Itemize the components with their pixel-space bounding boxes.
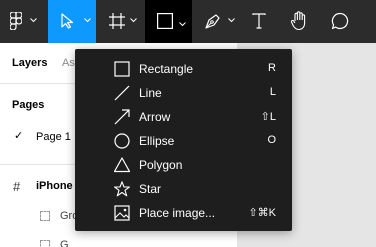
- group-icon: [40, 211, 50, 221]
- frame-name: iPhone: [36, 180, 73, 192]
- pages-heading: Pages: [12, 99, 45, 111]
- menu-item-place-image[interactable]: Place image... ⇧⌘K: [75, 201, 292, 225]
- frame-icon: #: [13, 179, 21, 194]
- hand-tool-button[interactable]: [283, 0, 315, 43]
- pen-icon: [205, 14, 220, 29]
- menu-item-shortcut: ⇧L: [260, 111, 276, 123]
- text-icon: [252, 13, 266, 29]
- chevron-down-icon: [84, 18, 91, 23]
- menu-item-line[interactable]: Line L: [75, 81, 292, 105]
- menu-item-label: Star: [139, 182, 162, 196]
- menu-item-star[interactable]: Star: [75, 177, 292, 201]
- menu-item-polygon[interactable]: Polygon: [75, 153, 292, 177]
- layer-row[interactable]: G: [0, 235, 238, 247]
- polygon-icon: [114, 157, 130, 173]
- tab-layers[interactable]: Layers: [12, 57, 47, 69]
- group-icon: [40, 240, 50, 247]
- shape-tool-menu: Rectangle R Line L Arrow ⇧L Ellipse O Po…: [75, 49, 292, 231]
- menu-item-label: Place image...: [139, 206, 216, 220]
- frame-hash-icon: [109, 13, 125, 29]
- menu-item-label: Ellipse: [139, 134, 175, 148]
- tab-assets[interactable]: As: [62, 57, 75, 69]
- toolbar: [0, 0, 376, 43]
- arrow-icon: [114, 109, 130, 125]
- text-tool-button[interactable]: [244, 0, 274, 43]
- menu-item-shortcut: ⇧⌘K: [248, 207, 276, 219]
- ellipse-icon: [114, 133, 130, 149]
- chevron-down-icon: [228, 18, 235, 23]
- chevron-down-icon: [179, 22, 186, 27]
- page-name: Page 1: [36, 131, 71, 143]
- rectangle-icon: [114, 61, 130, 77]
- checkmark-icon: ✓: [14, 130, 24, 142]
- frame-tool-button[interactable]: [98, 0, 143, 43]
- menu-item-shortcut: O: [267, 134, 276, 146]
- shape-tool-button[interactable]: [145, 0, 192, 43]
- menu-item-rectangle[interactable]: Rectangle R: [75, 57, 292, 81]
- menu-item-ellipse[interactable]: Ellipse O: [75, 129, 292, 153]
- menu-item-shortcut: L: [269, 86, 276, 98]
- move-tool-button[interactable]: [48, 0, 96, 43]
- menu-item-label: Arrow: [139, 110, 171, 124]
- chevron-down-icon: [130, 18, 137, 23]
- menu-item-arrow[interactable]: Arrow ⇧L: [75, 105, 292, 129]
- line-icon: [114, 85, 130, 101]
- star-icon: [114, 181, 130, 197]
- layer-name: G: [60, 239, 69, 247]
- menu-item-label: Polygon: [139, 158, 183, 172]
- menu-item-shortcut: R: [268, 62, 276, 74]
- main-menu-button[interactable]: [0, 0, 45, 43]
- hand-icon: [290, 11, 306, 31]
- pen-tool-button[interactable]: [196, 0, 241, 43]
- image-icon: [114, 205, 130, 221]
- menu-item-label: Rectangle: [139, 62, 194, 76]
- comment-icon: [331, 12, 349, 30]
- chevron-down-icon: [30, 18, 37, 23]
- comment-tool-button[interactable]: [324, 0, 356, 43]
- menu-item-label: Line: [139, 86, 162, 100]
- rectangle-icon: [157, 13, 173, 29]
- cursor-arrow-icon: [61, 13, 74, 29]
- figma-logo-icon: [10, 12, 22, 30]
